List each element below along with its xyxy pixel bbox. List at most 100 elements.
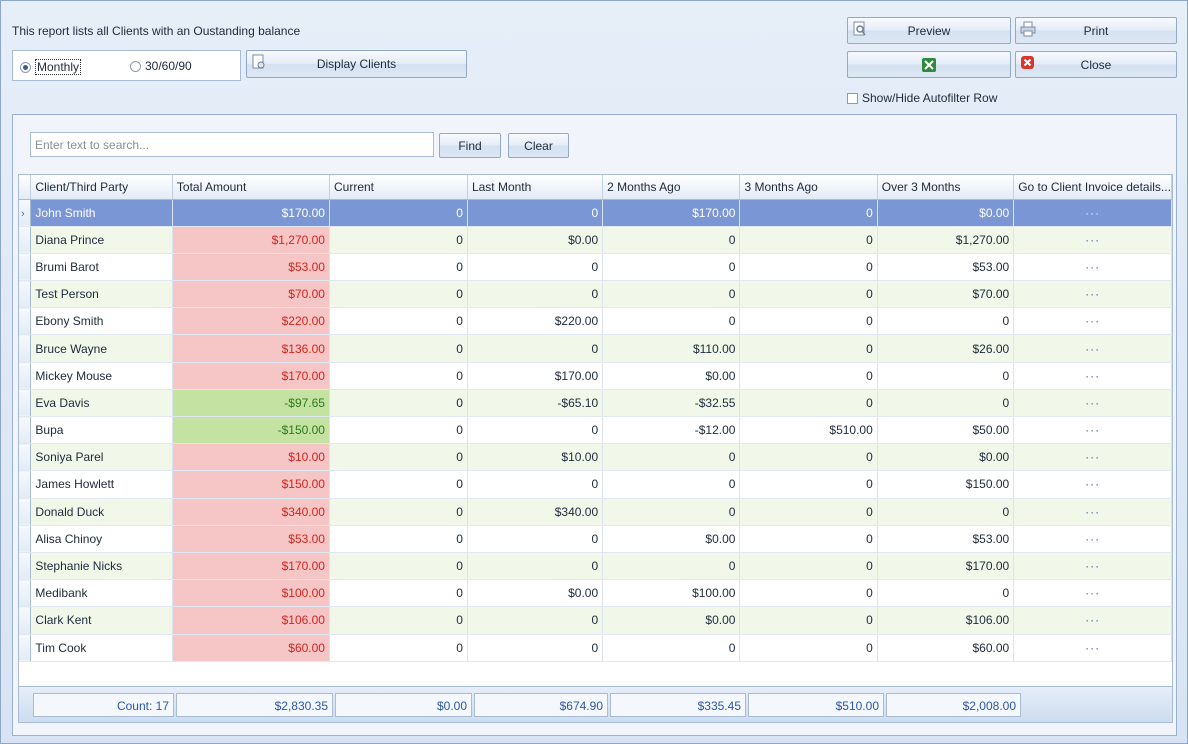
invoice-details-button[interactable]: ··· (1013, 634, 1172, 662)
row-indicator[interactable] (19, 253, 32, 282)
table-row[interactable]: Diana Prince $1,270.00 0 $0.00 0 0 $1,270.00 ··… (19, 226, 1172, 254)
preview-button[interactable]: Preview (847, 17, 1011, 44)
invoice-details-button[interactable]: ··· (1013, 334, 1172, 363)
close-button[interactable]: Close (1015, 51, 1177, 78)
table-row[interactable]: Alisa Chinoy $53.00 0 0 $0.00 0 $53.00 ··· (19, 525, 1172, 553)
row-indicator[interactable] (19, 416, 32, 445)
clear-button[interactable]: Clear (508, 133, 569, 158)
column-header-client[interactable]: Client/Third Party (30, 175, 173, 200)
table-row[interactable]: › John Smith $170.00 0 0 $170.00 0 $0.00 ··· (19, 199, 1172, 227)
cell-client-name: Donald Duck (30, 498, 173, 526)
cell-client-name: James Howlett (30, 470, 173, 499)
table-row[interactable]: Eva Davis -$97.65 0 -$65.10 -$32.55 0 0 ··· (19, 389, 1172, 418)
table-row[interactable]: Brumi Barot $53.00 0 0 0 0 $53.00 ··· (19, 253, 1172, 282)
footer-total: $2,830.35 (176, 693, 333, 717)
summary-footer: Count: 17 $2,830.35 $0.00 $674.90 $335.4… (19, 686, 1172, 722)
invoice-details-button[interactable]: ··· (1013, 280, 1172, 309)
row-indicator[interactable]: › (19, 199, 32, 227)
cell-2-months-ago: $110.00 (602, 334, 741, 363)
cell-2-months-ago: 0 (602, 253, 741, 282)
cell-client-name: Stephanie Nicks (30, 552, 173, 581)
row-indicator[interactable] (19, 443, 32, 472)
search-input[interactable]: Enter text to search... (30, 132, 434, 157)
column-header-2-months[interactable]: 2 Months Ago (602, 175, 741, 200)
invoice-details-button[interactable]: ··· (1013, 525, 1172, 553)
invoice-details-button[interactable]: ··· (1013, 443, 1172, 472)
printer-icon (1020, 21, 1036, 37)
cell-2-months-ago: 0 (602, 498, 741, 526)
table-row[interactable]: Stephanie Nicks $170.00 0 0 0 0 $170.00 ··· (19, 552, 1172, 581)
invoice-details-button[interactable]: ··· (1013, 253, 1172, 282)
row-indicator[interactable] (19, 525, 32, 553)
table-row[interactable]: Clark Kent $106.00 0 0 $0.00 0 $106.00 ··· (19, 606, 1172, 635)
invoice-details-button[interactable]: ··· (1013, 389, 1172, 418)
invoice-details-button[interactable]: ··· (1013, 226, 1172, 254)
cell-last-month: 0 (467, 199, 604, 227)
invoice-details-button[interactable]: ··· (1013, 199, 1172, 227)
row-indicator[interactable] (19, 634, 32, 662)
column-header-last-month[interactable]: Last Month (467, 175, 604, 200)
table-row[interactable]: Medibank $100.00 0 $0.00 $100.00 0 0 ··· (19, 579, 1172, 608)
row-indicator[interactable] (19, 307, 32, 336)
table-row[interactable]: Test Person $70.00 0 0 0 0 $70.00 ··· (19, 280, 1172, 309)
cell-total-amount: $60.00 (172, 634, 330, 662)
row-indicator[interactable] (19, 226, 32, 254)
table-row[interactable]: Ebony Smith $220.00 0 $220.00 0 0 0 ··· (19, 307, 1172, 336)
row-indicator[interactable] (19, 362, 32, 390)
row-indicator[interactable] (19, 470, 32, 499)
export-excel-button[interactable] (847, 51, 1011, 78)
autofilter-label: Show/Hide Autofilter Row (862, 91, 998, 105)
bucket-radio-label: 30/60/90 (145, 59, 192, 73)
cell-total-amount: $220.00 (172, 307, 330, 336)
column-header-over-3-months[interactable]: Over 3 Months (877, 175, 1015, 200)
find-button[interactable]: Find (439, 133, 501, 158)
table-row[interactable]: Bruce Wayne $136.00 0 0 $110.00 0 $26.00 ··· (19, 334, 1172, 363)
invoice-details-button[interactable]: ··· (1013, 307, 1172, 336)
display-clients-button[interactable]: Display Clients (246, 50, 467, 78)
table-row[interactable]: Tim Cook $60.00 0 0 0 0 $60.00 ··· (19, 634, 1172, 662)
close-icon (1021, 56, 1034, 69)
monthly-radio[interactable]: Monthly (20, 59, 82, 75)
cell-total-amount: $136.00 (172, 334, 330, 363)
invoice-details-button[interactable]: ··· (1013, 470, 1172, 499)
bucket-radio[interactable]: 30/60/90 (130, 59, 192, 73)
row-indicator[interactable] (19, 498, 32, 526)
cell-3-months-ago: 0 (739, 280, 878, 309)
monthly-radio-label: Monthly (35, 59, 82, 75)
column-header-invoice-details[interactable]: Go to Client Invoice details... (1013, 175, 1172, 200)
cell-total-amount: -$150.00 (172, 416, 330, 445)
table-row[interactable]: James Howlett $150.00 0 0 0 0 $150.00 ··· (19, 470, 1172, 499)
invoice-details-button[interactable]: ··· (1013, 362, 1172, 390)
column-header-total[interactable]: Total Amount (172, 175, 330, 200)
row-indicator[interactable] (19, 552, 32, 581)
cell-3-months-ago: $510.00 (739, 416, 878, 445)
row-indicator[interactable] (19, 280, 32, 309)
row-indicator[interactable] (19, 606, 32, 635)
table-row[interactable]: Donald Duck $340.00 0 $340.00 0 0 0 ··· (19, 498, 1172, 526)
clear-label: Clear (524, 138, 553, 153)
autofilter-toggle[interactable]: Show/Hide Autofilter Row (847, 91, 997, 105)
radio-unchecked-icon (130, 60, 141, 72)
row-indicator[interactable] (19, 389, 32, 418)
cell-3-months-ago: 0 (739, 552, 878, 581)
cell-current: 0 (329, 470, 468, 499)
table-row[interactable]: Soniya Parel $10.00 0 $10.00 0 0 $0.00 ··· (19, 443, 1172, 472)
table-row[interactable]: Bupa -$150.00 0 0 -$12.00 $510.00 $50.00 ··· (19, 416, 1172, 445)
invoice-details-button[interactable]: ··· (1013, 606, 1172, 635)
invoice-details-button[interactable]: ··· (1013, 552, 1172, 581)
cell-last-month: 0 (467, 525, 604, 553)
column-header-3-months[interactable]: 3 Months Ago (739, 175, 878, 200)
print-button[interactable]: Print (1015, 17, 1177, 44)
cell-3-months-ago: 0 (739, 443, 878, 472)
table-row[interactable]: Mickey Mouse $170.00 0 $170.00 $0.00 0 0 ··· (19, 362, 1172, 390)
invoice-details-button[interactable]: ··· (1013, 579, 1172, 608)
invoice-details-button[interactable]: ··· (1013, 498, 1172, 526)
cell-current: 0 (329, 552, 468, 581)
cell-total-amount: -$97.65 (172, 389, 330, 418)
row-indicator[interactable] (19, 579, 32, 608)
column-header-current[interactable]: Current (329, 175, 468, 200)
indicator-header (19, 175, 32, 200)
invoice-details-button[interactable]: ··· (1013, 416, 1172, 445)
row-indicator[interactable] (19, 334, 32, 363)
cell-2-months-ago: -$32.55 (602, 389, 741, 418)
